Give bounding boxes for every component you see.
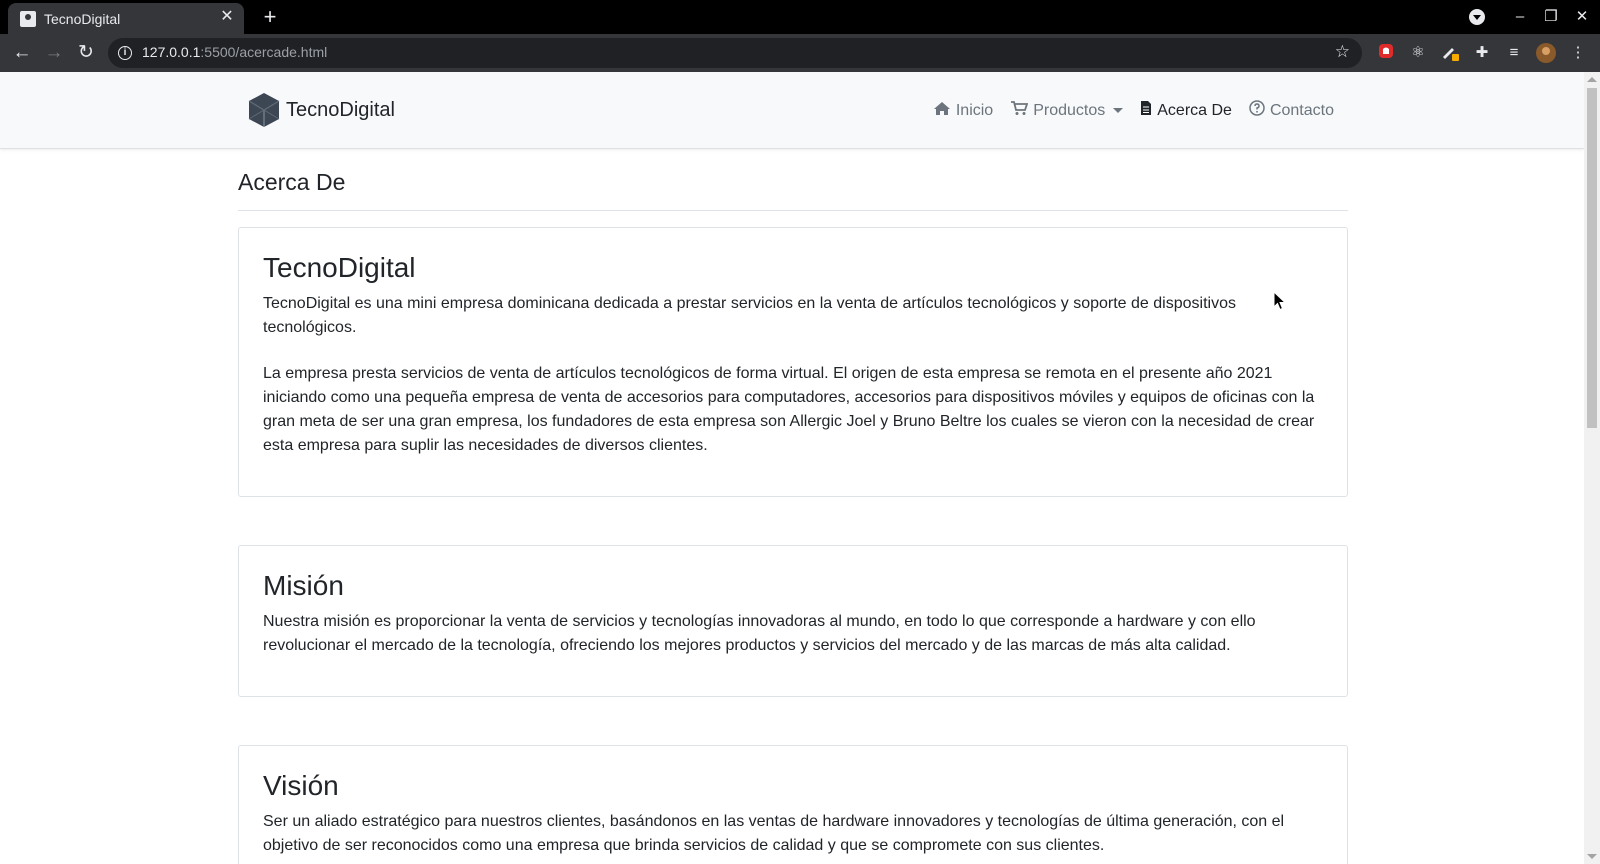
nav-inicio[interactable]: Inicio bbox=[933, 101, 993, 121]
nav-links: Inicio Productos Acerca De Contacto bbox=[916, 100, 1334, 121]
url-host: 127.0.0.1 bbox=[142, 44, 201, 60]
scrollbar-thumb[interactable] bbox=[1587, 88, 1597, 428]
main-content: Acerca De TecnoDigital TecnoDigital es u… bbox=[238, 149, 1348, 864]
forward-icon[interactable]: → bbox=[40, 39, 68, 67]
scroll-up-arrow-icon[interactable] bbox=[1587, 77, 1597, 82]
close-window-icon[interactable]: ✕ bbox=[1571, 6, 1593, 28]
mission-heading: Misión bbox=[263, 570, 344, 601]
media-queue-icon[interactable]: ≡ bbox=[1504, 43, 1524, 63]
page-title: Acerca De bbox=[238, 169, 1348, 211]
browser-menu-icon[interactable]: ⋮ bbox=[1568, 43, 1588, 63]
url-path: :5500/acercade.html bbox=[200, 44, 328, 60]
scroll-down-arrow-icon[interactable] bbox=[1587, 854, 1597, 859]
tab-search-icon[interactable] bbox=[1469, 9, 1485, 25]
nav-productos-dropdown[interactable]: Productos bbox=[1010, 100, 1124, 121]
nav-inicio-label: Inicio bbox=[955, 101, 994, 119]
brand-name: TecnoDigital bbox=[286, 98, 395, 121]
address-bar[interactable]: i 127.0.0.1:5500/acercade.html ☆ bbox=[108, 38, 1362, 68]
mission-paragraph: Nuestra misión es proporcionar la venta … bbox=[263, 613, 1256, 654]
extensions-puzzle-icon[interactable]: ✚ bbox=[1472, 43, 1492, 63]
tab-title: TecnoDigital bbox=[44, 11, 121, 27]
dropdown-caret-icon bbox=[1113, 108, 1124, 113]
profile-avatar[interactable] bbox=[1536, 43, 1556, 63]
vision-paragraph: Ser un aliado estratégico para nuestros … bbox=[263, 813, 1285, 854]
bookmark-star-icon[interactable]: ☆ bbox=[1335, 42, 1350, 62]
cart-icon bbox=[1010, 100, 1029, 121]
vision-heading: Visión bbox=[263, 770, 339, 801]
browser-tab-strip: TecnoDigital ✕ + – ❐ ✕ bbox=[0, 0, 1600, 34]
mission-card: Misión Nuestra misión es proporcionar la… bbox=[238, 545, 1348, 697]
nav-contacto[interactable]: Contacto bbox=[1249, 100, 1334, 121]
web-page: TecnoDigital Inicio Productos Acerca De … bbox=[0, 72, 1584, 864]
back-icon[interactable]: ← bbox=[8, 39, 36, 67]
reload-icon[interactable]: ↻ bbox=[72, 39, 100, 67]
page-scrollbar[interactable] bbox=[1584, 72, 1600, 864]
site-navbar: TecnoDigital Inicio Productos Acerca De … bbox=[0, 72, 1584, 149]
brand-logo-icon bbox=[248, 93, 280, 127]
nav-productos-label: Productos bbox=[1033, 101, 1106, 119]
brand-link[interactable]: TecnoDigital bbox=[248, 92, 395, 128]
mouse-cursor-icon bbox=[1273, 291, 1287, 311]
browser-toolbar: ← → ↻ i 127.0.0.1:5500/acercade.html ☆ ⚛… bbox=[0, 34, 1600, 72]
about-card: TecnoDigital TecnoDigital es una mini em… bbox=[238, 227, 1348, 497]
pen-extension-icon[interactable] bbox=[1440, 43, 1460, 63]
about-paragraph: TecnoDigital es una mini empresa dominic… bbox=[263, 295, 1236, 336]
react-devtools-icon[interactable]: ⚛ bbox=[1408, 43, 1428, 63]
url-text: 127.0.0.1:5500/acercade.html bbox=[142, 44, 327, 60]
question-circle-icon bbox=[1249, 100, 1265, 121]
browser-tab[interactable]: TecnoDigital ✕ bbox=[8, 3, 244, 34]
home-icon bbox=[933, 101, 951, 121]
new-tab-button[interactable]: + bbox=[258, 4, 282, 30]
nav-acerca-de-label: Acerca De bbox=[1157, 101, 1232, 119]
minimize-icon[interactable]: – bbox=[1509, 6, 1531, 28]
extension-red-icon[interactable] bbox=[1376, 43, 1396, 63]
about-heading: TecnoDigital bbox=[263, 252, 416, 283]
about-paragraph: La empresa presta servicios de venta de … bbox=[263, 365, 1315, 454]
nav-acerca-de[interactable]: Acerca De bbox=[1140, 100, 1232, 121]
page-favicon-icon bbox=[20, 11, 36, 27]
file-icon bbox=[1140, 100, 1152, 121]
restore-icon[interactable]: ❐ bbox=[1540, 6, 1562, 28]
vision-card: Visión Ser un aliado estratégico para nu… bbox=[238, 745, 1348, 864]
site-info-icon[interactable]: i bbox=[118, 46, 132, 60]
nav-contacto-label: Contacto bbox=[1269, 101, 1334, 119]
close-tab-icon[interactable]: ✕ bbox=[218, 8, 236, 26]
